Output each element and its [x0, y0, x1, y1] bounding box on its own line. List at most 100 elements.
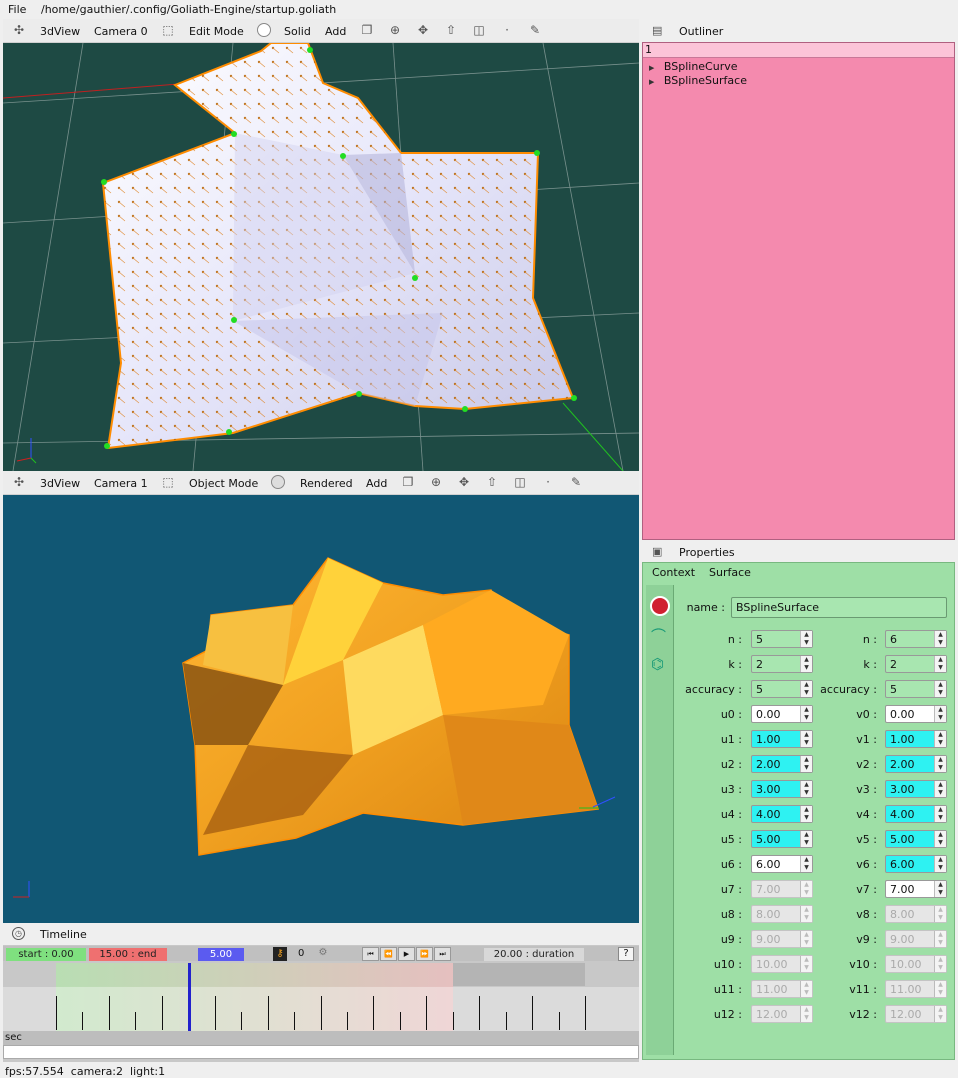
help-button[interactable]: ? — [618, 947, 634, 961]
current-time-field[interactable]: 5.00 — [198, 948, 244, 961]
start-field[interactable]: start : 0.00 — [6, 948, 86, 961]
spin-arrows-icon[interactable]: ▲ ▼ — [800, 631, 812, 647]
move-icon[interactable]: ✥ — [416, 23, 430, 37]
properties-icon[interactable]: ▣ — [652, 545, 662, 558]
breadcrumb-surface[interactable]: Surface — [709, 566, 751, 579]
right-spinbox-0[interactable]: 6 ▲ ▼ — [885, 630, 947, 648]
spin-arrows-icon[interactable]: ▲ ▼ — [800, 656, 812, 672]
spin-arrows-icon[interactable]: ▲ ▼ — [934, 706, 946, 722]
left-spinbox-5[interactable]: 2.00 ▲ ▼ — [751, 755, 813, 773]
mode-menu[interactable]: Edit Mode — [189, 25, 244, 38]
scale-icon[interactable]: ◫ — [472, 23, 486, 37]
right-spinbox-1[interactable]: 2 ▲ ▼ — [885, 655, 947, 673]
spin-arrows-icon[interactable]: ▲ ▼ — [934, 806, 946, 822]
left-spinbox-2[interactable]: 5 ▲ ▼ — [751, 680, 813, 698]
shading-menu[interactable]: Solid — [284, 25, 311, 38]
viewport-bottom[interactable] — [3, 495, 639, 923]
spin-arrows-icon[interactable]: ▲ ▼ — [934, 756, 946, 772]
timeline-scroll[interactable] — [3, 1045, 639, 1059]
expand-arrow-icon[interactable]: ▶ — [649, 78, 654, 86]
viewport-top[interactable] — [3, 43, 639, 471]
spin-arrows-icon[interactable]: ▲ ▼ — [934, 831, 946, 847]
right-spinbox-10[interactable]: 7.00 ▲ ▼ — [885, 880, 947, 898]
spin-arrows-icon[interactable]: ▲ ▼ — [800, 806, 812, 822]
spin-arrows-icon[interactable]: ▲ ▼ — [934, 881, 946, 897]
spin-arrows-icon[interactable]: ▲ ▼ — [934, 731, 946, 747]
left-spinbox-4[interactable]: 1.00 ▲ ▼ — [751, 730, 813, 748]
outliner-search-input[interactable]: 1 — [643, 43, 954, 58]
jump-start-icon[interactable]: ⏮ — [362, 947, 379, 961]
spin-arrows-icon[interactable]: ▲ ▼ — [800, 831, 812, 847]
cube-icon[interactable]: ❐ — [401, 475, 415, 489]
arrow-up-icon[interactable]: ⇧ — [485, 475, 499, 489]
step-forward-icon[interactable]: ⏩ — [416, 947, 433, 961]
mode-menu[interactable]: Object Mode — [189, 477, 258, 490]
spin-arrows-icon[interactable]: ▲ ▼ — [800, 756, 812, 772]
pipette-icon[interactable]: ✎ — [569, 475, 583, 489]
editor-menu[interactable]: 3dView — [40, 25, 80, 38]
editor-type-icon[interactable]: ✣ — [12, 475, 26, 489]
dot-icon[interactable]: · — [500, 23, 514, 37]
left-spinbox-9[interactable]: 6.00 ▲ ▼ — [751, 855, 813, 873]
camera-menu[interactable]: Camera 1 — [94, 477, 148, 490]
spin-arrows-icon[interactable]: ▲ ▼ — [800, 706, 812, 722]
spin-arrows-icon[interactable]: ▲ ▼ — [800, 781, 812, 797]
globe-icon[interactable]: ⊕ — [388, 23, 402, 37]
right-spinbox-2[interactable]: 5 ▲ ▼ — [885, 680, 947, 698]
expand-arrow-icon[interactable]: ▶ — [649, 64, 654, 72]
end-field[interactable]: 15.00 : end — [89, 948, 167, 961]
curve-tab-icon[interactable]: ⌒ — [651, 625, 666, 646]
editor-menu[interactable]: 3dView — [40, 477, 80, 490]
breadcrumb-context[interactable]: Context — [652, 566, 695, 579]
duration-field[interactable]: 20.00 : duration — [484, 948, 584, 961]
editor-type-icon[interactable]: ✣ — [12, 23, 26, 37]
right-spinbox-7[interactable]: 4.00 ▲ ▼ — [885, 805, 947, 823]
shading-sphere-icon[interactable] — [257, 23, 271, 37]
outliner-item[interactable]: ▶ BSplineCurve — [649, 60, 738, 74]
spin-arrows-icon[interactable]: ▲ ▼ — [934, 856, 946, 872]
right-spinbox-4[interactable]: 1.00 ▲ ▼ — [885, 730, 947, 748]
arrow-up-icon[interactable]: ⇧ — [444, 23, 458, 37]
clock-icon[interactable]: ◷ — [12, 927, 25, 940]
left-spinbox-6[interactable]: 3.00 ▲ ▼ — [751, 780, 813, 798]
left-spinbox-0[interactable]: 5 ▲ ▼ — [751, 630, 813, 648]
spin-arrows-icon[interactable]: ▲ ▼ — [800, 856, 812, 872]
right-spinbox-8[interactable]: 5.00 ▲ ▼ — [885, 830, 947, 848]
tool-icon[interactable]: ⚙ — [315, 947, 331, 961]
right-spinbox-5[interactable]: 2.00 ▲ ▼ — [885, 755, 947, 773]
pipette-icon[interactable]: ✎ — [528, 23, 542, 37]
camera-menu[interactable]: Camera 0 — [94, 25, 148, 38]
move-icon[interactable]: ✥ — [457, 475, 471, 489]
step-back-icon[interactable]: ⏪ — [380, 947, 397, 961]
left-spinbox-3[interactable]: 0.00 ▲ ▼ — [751, 705, 813, 723]
shading-sphere-icon[interactable] — [271, 475, 285, 489]
play-icon[interactable]: ▶ — [398, 947, 415, 961]
right-spinbox-6[interactable]: 3.00 ▲ ▼ — [885, 780, 947, 798]
add-menu[interactable]: Add — [366, 477, 387, 490]
spin-arrows-icon[interactable]: ▲ ▼ — [800, 731, 812, 747]
left-spinbox-1[interactable]: 2 ▲ ▼ — [751, 655, 813, 673]
add-menu[interactable]: Add — [325, 25, 346, 38]
object-tab-icon[interactable] — [650, 596, 670, 616]
left-spinbox-8[interactable]: 5.00 ▲ ▼ — [751, 830, 813, 848]
right-spinbox-9[interactable]: 6.00 ▲ ▼ — [885, 855, 947, 873]
name-field[interactable]: BSplineSurface — [731, 597, 947, 618]
time-cursor[interactable] — [188, 963, 191, 1031]
spin-arrows-icon[interactable]: ▲ ▼ — [800, 681, 812, 697]
scale-icon[interactable]: ◫ — [513, 475, 527, 489]
spin-arrows-icon[interactable]: ▲ ▼ — [934, 631, 946, 647]
shading-menu[interactable]: Rendered — [300, 477, 353, 490]
cube-icon[interactable]: ❐ — [360, 23, 374, 37]
spin-arrows-icon[interactable]: ▲ ▼ — [934, 656, 946, 672]
globe-icon[interactable]: ⊕ — [429, 475, 443, 489]
surface-tab-icon[interactable]: ⌬ — [651, 655, 664, 673]
right-spinbox-3[interactable]: 0.00 ▲ ▼ — [885, 705, 947, 723]
spin-arrows-icon[interactable]: ▲ ▼ — [934, 781, 946, 797]
outliner-item[interactable]: ▶ BSplineSurface — [649, 74, 747, 88]
jump-end-icon[interactable]: ⏭ — [434, 947, 451, 961]
outliner-icon[interactable]: ▤ — [652, 24, 662, 37]
spin-arrows-icon[interactable]: ▲ ▼ — [934, 681, 946, 697]
left-spinbox-7[interactable]: 4.00 ▲ ▼ — [751, 805, 813, 823]
file-menu[interactable]: File — [8, 3, 26, 16]
keyframe-icon[interactable]: ⚷ — [273, 947, 287, 961]
